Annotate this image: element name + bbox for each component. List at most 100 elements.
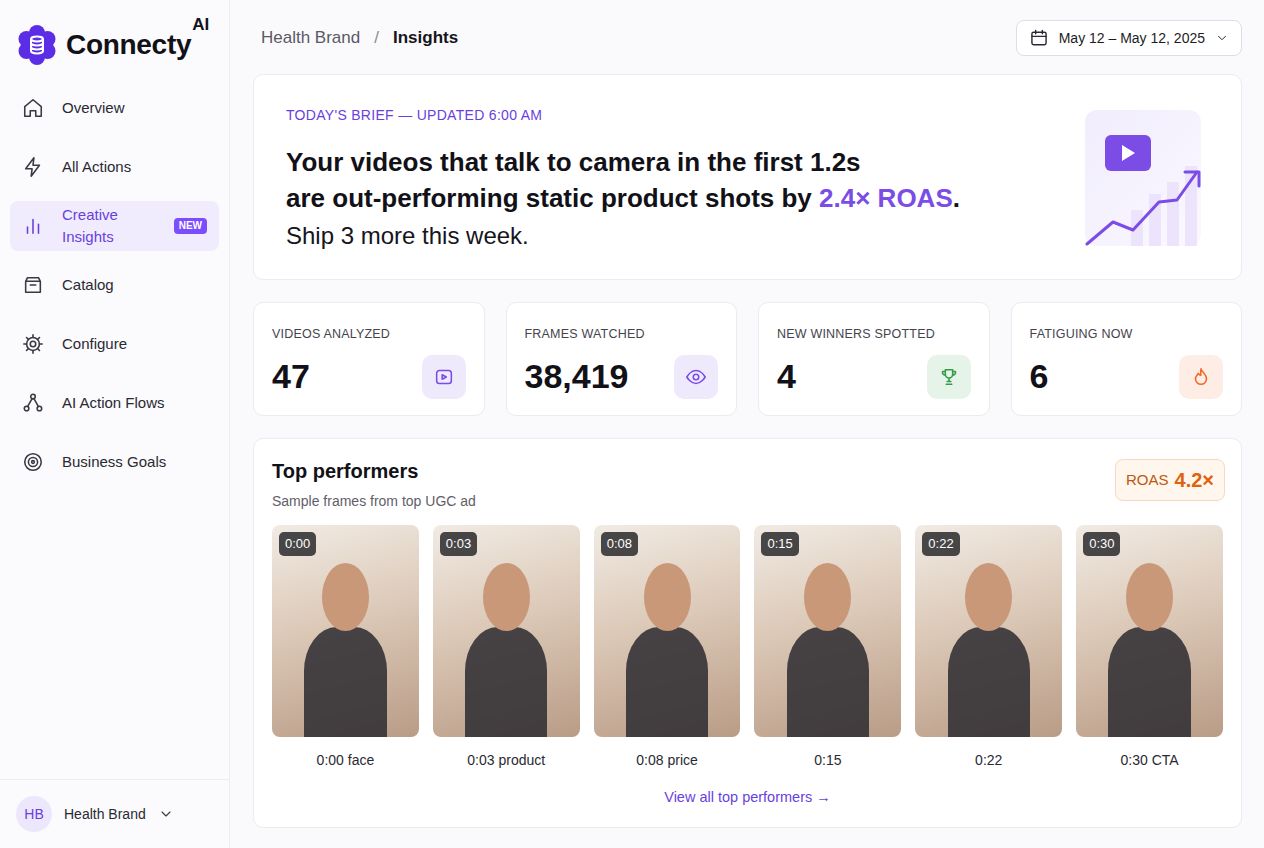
stat-card: FATIGUING NOW 6 [1011, 302, 1243, 416]
stat-icon-tile [422, 355, 466, 399]
stat-value: 4 [777, 358, 796, 395]
trophy-icon [938, 366, 960, 388]
stat-value: 38,419 [525, 358, 629, 395]
trend-illustration-icon [1085, 110, 1205, 248]
chevron-down-icon [158, 806, 174, 822]
frame-figure [1108, 627, 1190, 737]
stat-label: FRAMES WATCHED [525, 325, 719, 344]
stat-row: 6 [1030, 355, 1224, 399]
sidebar-item[interactable]: AI Action Flows [10, 378, 219, 428]
frame-figure [787, 627, 869, 737]
headline-highlight: 2.4× ROAS [819, 183, 953, 213]
stat-icon-tile [674, 355, 718, 399]
video-frame[interactable]: 0:22 [915, 525, 1062, 737]
frame-timestamp: 0:00 [279, 532, 316, 556]
bar-chart-icon [22, 215, 44, 237]
section-title: Top performers [272, 459, 476, 483]
sidebar-item[interactable]: Creative InsightsNEW [10, 201, 219, 251]
stat-icon-tile [927, 355, 971, 399]
sidebar-nav: Overview All Actions Creative InsightsNEW C… [10, 83, 219, 487]
gear-icon [22, 333, 44, 355]
brand-word: Connecty [66, 24, 191, 66]
sidebar-item-label: Catalog [62, 274, 114, 297]
video-icon [433, 366, 455, 388]
frame-timestamp: 0:22 [922, 532, 959, 556]
sidebar-item-label: AI Action Flows [62, 392, 165, 415]
brand-logo[interactable]: ConnectyAI [10, 18, 219, 72]
stat-card: VIDEOS ANALYZED 47 [253, 302, 485, 416]
frame-figure [304, 627, 386, 737]
brief-eyebrow: TODAY'S BRIEF — UPDATED 6:00 AM [286, 105, 1085, 126]
video-frame[interactable]: 0:00 [272, 525, 419, 737]
frame-timestamp: 0:08 [601, 532, 638, 556]
top-performers: Top performers Sample frames from top UGC… [253, 438, 1242, 828]
frame-timestamp: 0:15 [761, 532, 798, 556]
daily-brief: TODAY'S BRIEF — UPDATED 6:00 AM Your vide… [253, 74, 1242, 280]
roas-value: 4.2× [1175, 465, 1214, 495]
video-frame[interactable]: 0:03 [433, 525, 580, 737]
frame-item[interactable]: 0:03 0:03 product [433, 525, 580, 771]
video-frame[interactable]: 0:08 [594, 525, 741, 737]
box-icon [22, 274, 44, 296]
frame-timestamp: 0:30 [1083, 532, 1120, 556]
roas-label: ROAS [1126, 469, 1169, 492]
view-all-link[interactable]: View all top performers → [272, 787, 1223, 809]
frame-figure-head [965, 563, 1012, 631]
brief-headline: Your videos that talk to camera in the f… [286, 144, 1085, 216]
account-switcher[interactable]: HBHealth Brand [0, 779, 229, 840]
frame-strip: 0:00 0:00 face 0:03 0:03 product 0:08 0:08 pr… [272, 525, 1223, 771]
roas-badge: ROAS 4.2× [1115, 459, 1225, 501]
frame-caption: 0:30 CTA [1076, 750, 1223, 771]
sidebar-item[interactable]: Catalog [10, 260, 219, 310]
frame-caption: 0:00 face [272, 750, 419, 771]
stat-card: FRAMES WATCHED 38,419 [506, 302, 738, 416]
calendar-icon [1029, 28, 1049, 48]
date-range-picker[interactable]: May 12 – May 12, 2025 [1016, 20, 1242, 56]
frame-figure-head [322, 563, 369, 631]
frame-item[interactable]: 0:220:22 [915, 525, 1062, 771]
section-subtitle: Sample frames from top UGC ad [272, 491, 476, 512]
brief-action: Ship 3 more this week. [286, 218, 1085, 254]
stat-label: VIDEOS ANALYZED [272, 325, 466, 344]
frame-figure [465, 627, 547, 737]
frame-timestamp: 0:03 [440, 532, 477, 556]
frame-figure-head [1126, 563, 1173, 631]
flow-nodes-icon [22, 392, 44, 414]
breadcrumb: Health Brand/Insights [253, 25, 458, 51]
frame-figure-head [483, 563, 530, 631]
home-icon [22, 97, 44, 119]
stat-card: NEW WINNERS SPOTTED4 [758, 302, 990, 416]
stat-row: 47 [272, 355, 466, 399]
bolt-icon [22, 156, 44, 178]
headline-end: . [953, 183, 960, 213]
sidebar-item[interactable]: Overview [10, 83, 219, 133]
breadcrumb-item[interactable]: Health Brand [261, 25, 360, 51]
frame-item[interactable]: 0:00 0:00 face [272, 525, 419, 771]
stat-row: 38,419 [525, 355, 719, 399]
video-frame[interactable]: 0:15 [754, 525, 901, 737]
frame-item[interactable]: 0:150:15 [754, 525, 901, 771]
brand-suffix: AI [192, 12, 209, 38]
frame-caption: 0:03 product [433, 750, 580, 771]
connecty-logo-icon [16, 24, 58, 66]
brief-text: TODAY'S BRIEF — UPDATED 6:00 AM Your vide… [286, 105, 1085, 254]
frame-caption: 0:08 price [594, 750, 741, 771]
top-performers-heading: Top performers Sample frames from top UGC… [272, 459, 476, 512]
frame-figure-head [804, 563, 851, 631]
main-content: Health Brand/Insights May 12 – May 12, 20… [230, 0, 1264, 848]
sidebar-item[interactable]: Business Goals [10, 437, 219, 487]
frame-figure-head [644, 563, 691, 631]
stat-label: FATIGUING NOW [1030, 325, 1224, 344]
sidebar-item-label: Overview [62, 97, 125, 120]
sidebar-item[interactable]: All Actions [10, 142, 219, 192]
stat-value: 6 [1030, 358, 1049, 395]
sidebar-item[interactable]: Configure [10, 319, 219, 369]
stats-row: VIDEOS ANALYZED 47 FRAMES WATCHED 38,419 NEW… [253, 302, 1242, 416]
breadcrumb-current: Insights [393, 25, 458, 51]
video-frame[interactable]: 0:30 [1076, 525, 1223, 737]
frame-figure [948, 627, 1030, 737]
frame-item[interactable]: 0:08 0:08 price [594, 525, 741, 771]
eye-icon [685, 366, 707, 388]
frame-item[interactable]: 0:30 0:30 CTA [1076, 525, 1223, 771]
sidebar-item-label: Configure [62, 333, 127, 356]
